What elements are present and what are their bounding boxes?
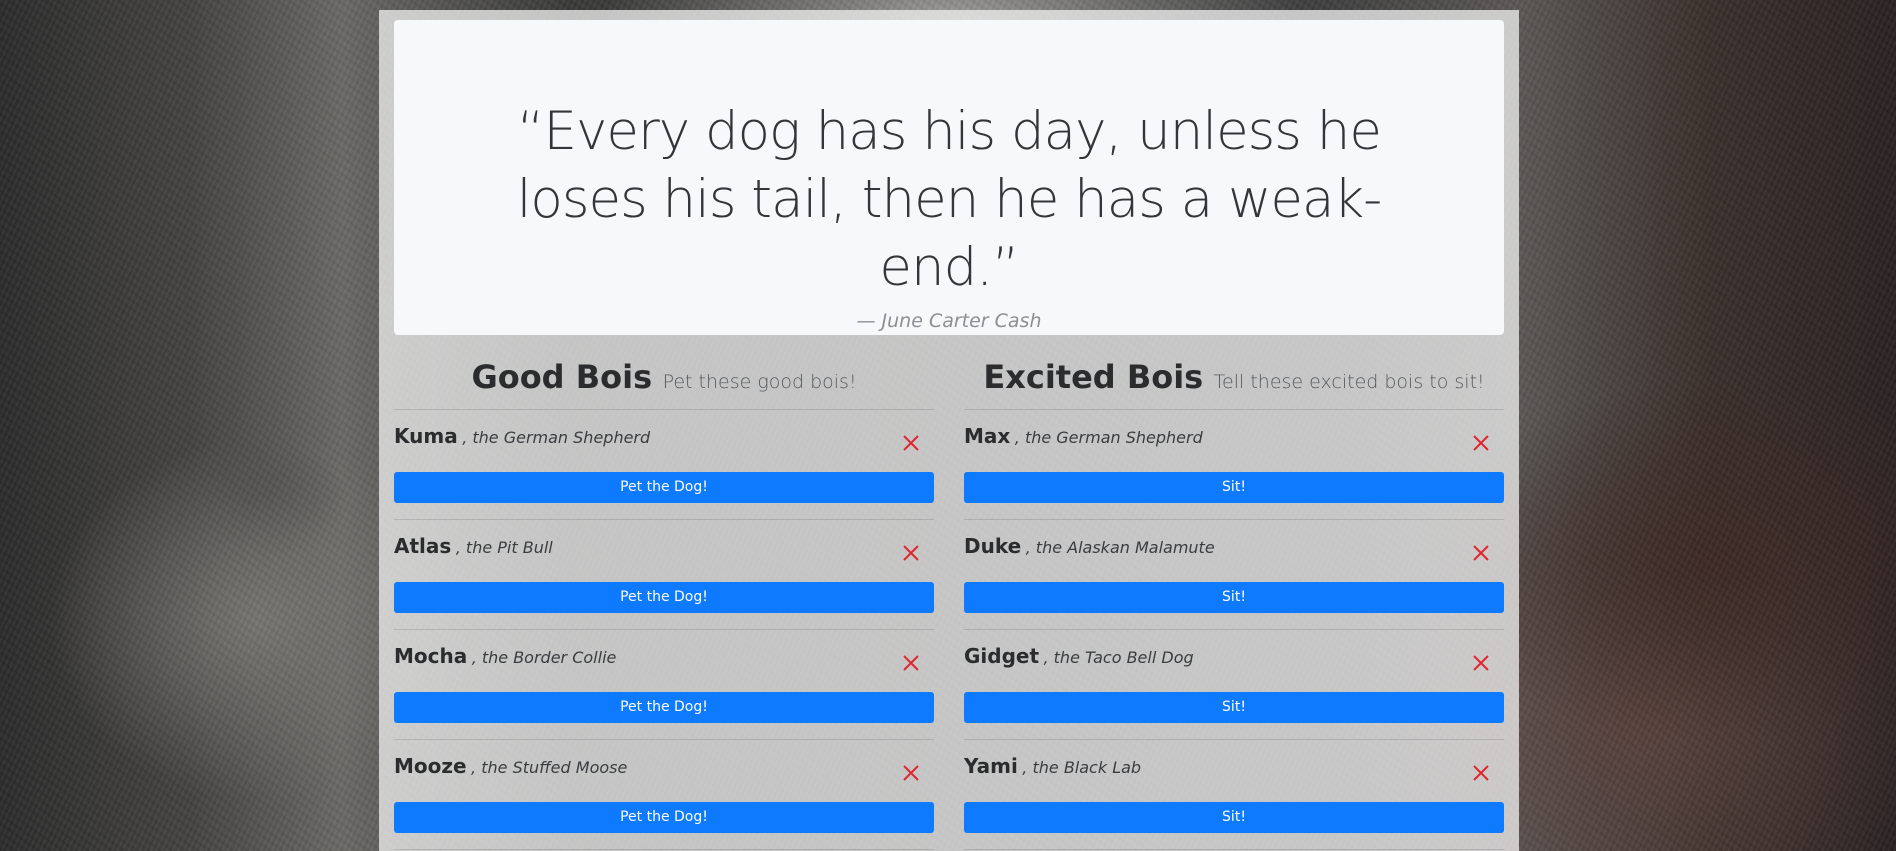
pet-the-dog-button[interactable]: Pet the Dog! — [394, 802, 934, 833]
close-icon[interactable] — [1470, 432, 1492, 454]
good-bois-subtitle: Pet these good bois! — [662, 371, 857, 393]
dog-name: Gidget — [964, 644, 1040, 668]
quote-author: — June Carter Cash — [856, 310, 1042, 332]
sit-button[interactable]: Sit! — [964, 692, 1504, 723]
close-icon[interactable] — [1470, 762, 1492, 784]
close-icon[interactable] — [900, 762, 922, 784]
dog-name: Mooze — [394, 754, 467, 778]
close-icon[interactable] — [1470, 542, 1492, 564]
close-icon[interactable] — [900, 432, 922, 454]
dog-breed: , the Stuffed Moose — [471, 758, 628, 777]
excited-bois-title: Excited Bois — [983, 358, 1204, 396]
main-container: “Every dog has his day, unless he loses … — [379, 10, 1519, 851]
dog-name: Yami — [964, 754, 1018, 778]
dog-list-item: Yami , the Black Lab Sit! — [964, 740, 1504, 850]
pet-the-dog-button[interactable]: Pet the Dog! — [394, 472, 934, 503]
quote-jumbotron: “Every dog has his day, unless he loses … — [394, 20, 1504, 335]
dog-list-item: Max , the German Shepherd Sit! — [964, 410, 1504, 520]
dog-name: Kuma — [394, 424, 458, 448]
dog-breed: , the Alaskan Malamute — [1025, 538, 1215, 557]
pet-the-dog-button[interactable]: Pet the Dog! — [394, 582, 934, 613]
dog-list-item: Mooze , the Stuffed Moose Pet the Dog! — [394, 740, 934, 850]
dog-list-item: Mocha , the Border Collie Pet the Dog! — [394, 630, 934, 740]
close-icon[interactable] — [900, 652, 922, 674]
dog-breed: , the German Shepherd — [1014, 428, 1203, 447]
dog-breed: , the Pit Bull — [455, 538, 553, 557]
good-bois-column: Good Bois Pet these good bois! Kuma , th… — [394, 345, 934, 850]
dog-name: Duke — [964, 534, 1022, 558]
pet-the-dog-button[interactable]: Pet the Dog! — [394, 692, 934, 723]
excited-bois-header: Excited Bois Tell these excited bois to … — [964, 345, 1504, 410]
good-bois-header: Good Bois Pet these good bois! — [394, 345, 934, 410]
sit-button[interactable]: Sit! — [964, 802, 1504, 833]
dog-breed: , the German Shepherd — [462, 428, 651, 447]
excited-bois-subtitle: Tell these excited bois to sit! — [1213, 371, 1485, 393]
sit-button[interactable]: Sit! — [964, 582, 1504, 613]
close-icon[interactable] — [900, 542, 922, 564]
dog-list-item: Atlas , the Pit Bull Pet the Dog! — [394, 520, 934, 630]
dog-breed: , the Black Lab — [1022, 758, 1142, 777]
sit-button[interactable]: Sit! — [964, 472, 1504, 503]
dog-breed: , the Border Collie — [471, 648, 617, 667]
dog-list-item: Kuma , the German Shepherd Pet the Dog! — [394, 410, 934, 520]
good-bois-title: Good Bois — [471, 358, 653, 396]
dog-name: Max — [964, 424, 1011, 448]
dog-name: Mocha — [394, 644, 468, 668]
quote-text: “Every dog has his day, unless he loses … — [516, 101, 1383, 298]
dog-list-item: Duke , the Alaskan Malamute Sit! — [964, 520, 1504, 630]
close-icon[interactable] — [1470, 652, 1492, 674]
dog-list-item: Gidget , the Taco Bell Dog Sit! — [964, 630, 1504, 740]
dog-breed: , the Taco Bell Dog — [1043, 648, 1194, 667]
excited-bois-column: Excited Bois Tell these excited bois to … — [964, 345, 1504, 850]
dog-name: Atlas — [394, 534, 452, 558]
